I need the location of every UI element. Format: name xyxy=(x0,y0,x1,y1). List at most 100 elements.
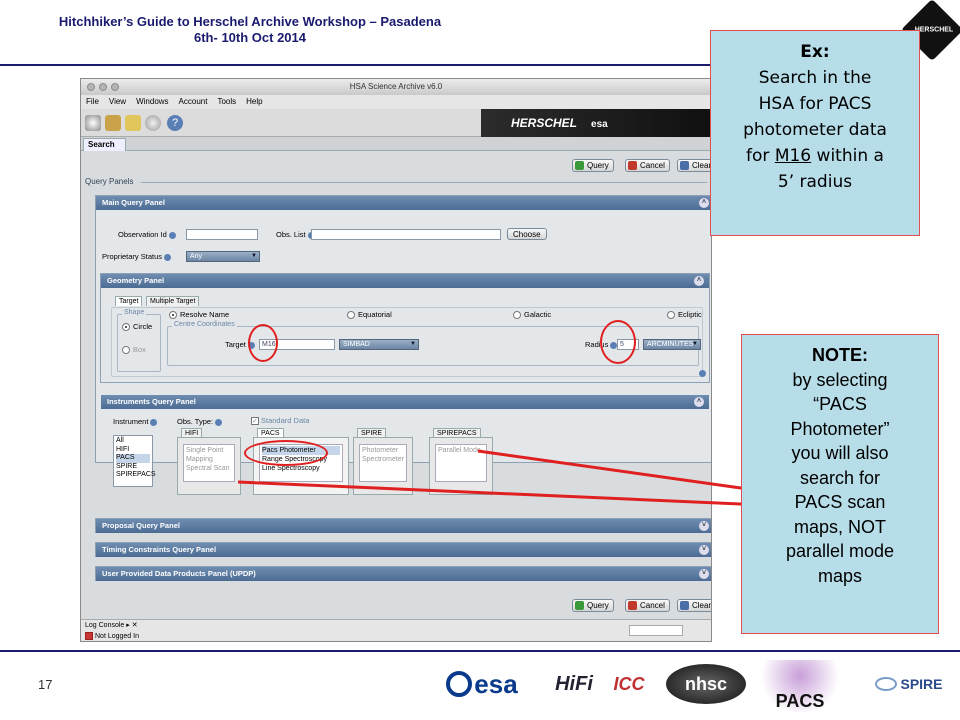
updp-panel-header[interactable]: User Provided Data Products Panel (UPDP)… xyxy=(96,567,711,581)
shape-box-radio[interactable]: Box xyxy=(122,345,146,355)
spirepacs-mode-list[interactable]: Parallel Mode xyxy=(435,444,487,482)
instrument-label: Instrument xyxy=(113,417,158,426)
menu-tools[interactable]: Tools xyxy=(217,95,236,109)
shape-circle-label: Circle xyxy=(133,322,153,331)
equatorial-radio[interactable]: Equatorial xyxy=(347,310,392,320)
clear-button[interactable]: Clear xyxy=(677,159,711,172)
query-button[interactable]: Query xyxy=(572,599,614,612)
list-item[interactable]: SPIRE xyxy=(116,463,150,472)
expand-icon[interactable]: ˅ xyxy=(699,545,709,555)
tab-search[interactable]: Search xyxy=(83,138,126,151)
list-item[interactable]: Spectral Scan xyxy=(186,464,232,473)
proprietary-status-label: Proprietary Status xyxy=(102,252,172,261)
gear-icon[interactable] xyxy=(145,115,161,131)
expand-icon[interactable]: ˅ xyxy=(699,569,709,579)
timing-constraints-panel[interactable]: Timing Constraints Query Panel ˅ xyxy=(95,542,711,557)
hifi-mode-list[interactable]: Single Point Mapping Spectral Scan xyxy=(183,444,235,482)
expand-icon[interactable]: ˅ xyxy=(699,521,709,531)
query-icon xyxy=(575,161,584,170)
close-window-icon[interactable] xyxy=(87,83,95,91)
radius-highlight-circle xyxy=(600,320,636,364)
collapse-icon[interactable]: ˄ xyxy=(699,198,709,208)
hifi-logo: HiFi xyxy=(555,672,593,695)
spire-logo-mark xyxy=(875,677,898,691)
resolver-select[interactable]: SIMBAD xyxy=(339,339,419,350)
ecliptic-radio[interactable]: Ecliptic xyxy=(667,310,702,320)
obs-type-label-text: Obs. Type: xyxy=(177,417,214,426)
log-console-label[interactable]: Log Console ▸ ✕ xyxy=(85,621,138,629)
pacs-photometer-highlight-circle xyxy=(244,440,328,466)
spire-mode-list[interactable]: Photometer Spectrometer xyxy=(359,444,407,482)
menu-view[interactable]: View xyxy=(109,95,126,109)
geometry-panel-title: Geometry Panel xyxy=(107,276,165,285)
note-line: “PACS xyxy=(813,394,867,414)
list-item-selected[interactable]: PACS xyxy=(116,454,150,463)
shape-circle-radio[interactable]: Circle xyxy=(122,322,153,332)
list-item[interactable]: Spectrometer xyxy=(362,455,404,464)
obs-list-label-text: Obs. List xyxy=(276,230,306,239)
list-item[interactable]: Photometer xyxy=(362,446,404,455)
resolve-name-radio[interactable]: Resolve Name xyxy=(169,310,229,320)
cancel-icon xyxy=(628,601,637,610)
instrument-listbox[interactable]: All HIFI PACS SPIRE SPIREPACS xyxy=(113,435,156,487)
example-callout: Ex: Search in the HSA for PACS photomete… xyxy=(710,30,920,236)
list-item[interactable]: Single Point xyxy=(186,446,232,455)
banner-text: HERSCHEL xyxy=(511,116,578,130)
obs-list-input[interactable] xyxy=(311,229,501,240)
list-item[interactable]: HIFI xyxy=(116,446,150,455)
info-icon[interactable] xyxy=(215,418,223,426)
tab-target[interactable]: Target xyxy=(115,296,143,306)
proprietary-status-select[interactable]: Any xyxy=(186,251,260,262)
minimize-window-icon[interactable] xyxy=(99,83,107,91)
info-icon[interactable] xyxy=(150,418,158,426)
list-item[interactable]: All xyxy=(116,437,150,446)
menu-account[interactable]: Account xyxy=(179,95,208,109)
list-item[interactable]: Mapping xyxy=(186,455,232,464)
list-item[interactable]: SPIREPACS xyxy=(116,471,156,480)
zoom-window-icon[interactable] xyxy=(111,83,119,91)
instruments-panel-title: Instruments Query Panel xyxy=(107,397,196,406)
menu-file[interactable]: File xyxy=(86,95,99,109)
note-line: PACS scan xyxy=(794,492,886,512)
example-for: for xyxy=(746,146,770,166)
search-icon[interactable] xyxy=(85,115,101,131)
query-button[interactable]: Query xyxy=(572,159,614,172)
timing-panel-header[interactable]: Timing Constraints Query Panel ˅ xyxy=(96,543,711,557)
query-icon xyxy=(575,601,584,610)
help-icon[interactable]: ? xyxy=(167,115,183,131)
standard-data-checkbox[interactable]: ✓ Standard Data xyxy=(251,416,309,426)
info-icon[interactable] xyxy=(168,231,176,239)
proposal-panel-header[interactable]: Proposal Query Panel ˅ xyxy=(96,519,711,533)
notebook-icon[interactable] xyxy=(105,115,121,131)
galactic-radio[interactable]: Galactic xyxy=(513,310,551,320)
tab-multiple-target[interactable]: Multiple Target xyxy=(146,296,200,306)
radius-unit-select[interactable]: ARCMINUTES xyxy=(643,339,701,350)
cancel-icon xyxy=(628,161,637,170)
info-icon[interactable] xyxy=(699,370,706,377)
menu-help[interactable]: Help xyxy=(246,95,262,109)
cancel-button[interactable]: Cancel xyxy=(625,159,670,172)
timing-panel-title: Timing Constraints Query Panel xyxy=(102,545,217,554)
choose-button[interactable]: Choose xyxy=(507,228,547,240)
list-item[interactable]: Parallel Mode xyxy=(438,446,484,455)
collapse-icon[interactable]: ˄ xyxy=(694,397,704,407)
spire-logo: SPIRE xyxy=(864,662,954,706)
query-panels-label[interactable]: Query Panels xyxy=(85,177,133,186)
menu-windows[interactable]: Windows xyxy=(136,95,168,109)
not-logged-in-icon xyxy=(85,632,93,640)
instruments-panel-header[interactable]: Instruments Query Panel ˄ xyxy=(101,395,709,409)
updp-panel[interactable]: User Provided Data Products Panel (UPDP)… xyxy=(95,566,711,581)
note-line: maps, NOT xyxy=(793,516,886,537)
shopping-cart-icon[interactable] xyxy=(125,115,141,131)
info-icon[interactable] xyxy=(164,253,172,261)
login-status: Not Logged In xyxy=(85,632,139,640)
main-query-panel-header[interactable]: Main Query Panel ˄ xyxy=(96,196,711,210)
radio-icon xyxy=(667,311,675,320)
proposal-query-panel[interactable]: Proposal Query Panel ˅ xyxy=(95,518,711,533)
geometry-panel-header[interactable]: Geometry Panel ˄ xyxy=(101,274,709,288)
query-panels-divider xyxy=(141,182,707,183)
observation-id-input[interactable] xyxy=(186,229,258,240)
clear-button[interactable]: Clear xyxy=(677,599,711,612)
cancel-button[interactable]: Cancel xyxy=(625,599,670,612)
collapse-icon[interactable]: ˄ xyxy=(694,276,704,286)
